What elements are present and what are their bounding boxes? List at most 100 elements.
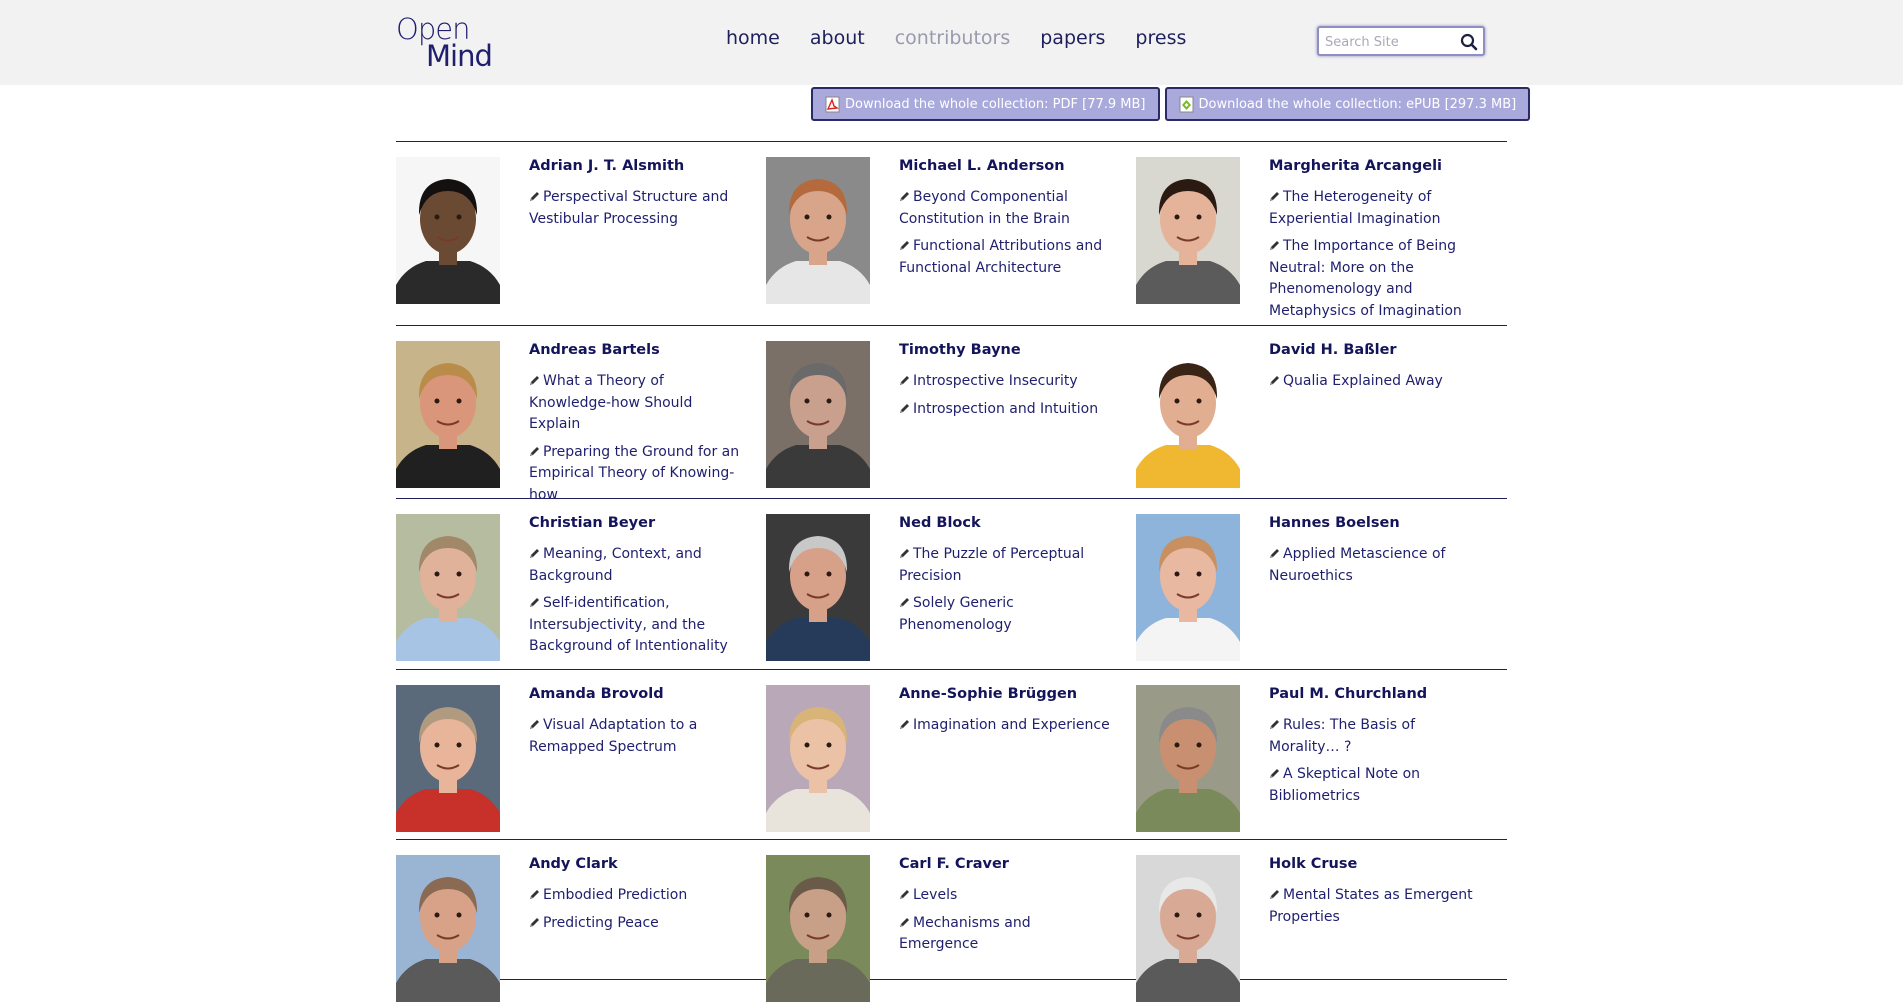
contributor-name[interactable]: Michael L. Anderson: [899, 157, 1114, 175]
contributor-card: Carl F. Craver Levels Mechanisms and Emerg…: [766, 855, 1136, 1002]
paper-link[interactable]: A Skeptical Note on Bibliometrics: [1269, 764, 1484, 807]
paper-title: Rules: The Basis of Morality… ?: [1269, 717, 1416, 755]
paper-title: Embodied Prediction: [543, 887, 688, 903]
paper-title: Predicting Peace: [543, 914, 659, 931]
pencil-icon: [529, 372, 540, 385]
contributor-photo[interactable]: [1136, 855, 1240, 1002]
nav-home[interactable]: home: [726, 27, 780, 49]
contributor-photo[interactable]: [396, 157, 500, 304]
paper-link[interactable]: Functional Attributions and Functional A…: [899, 236, 1114, 279]
paper-link[interactable]: What a Theory of Knowledge-how Should Ex…: [529, 371, 744, 436]
nav-contributors[interactable]: contributors: [895, 27, 1011, 49]
contributor-photo[interactable]: [396, 855, 500, 1002]
contributor-info: Andreas Bartels What a Theory of Knowledg…: [529, 341, 744, 503]
contributor-photo[interactable]: [396, 341, 500, 488]
paper-link[interactable]: Perspectival Structure and Vestibular Pr…: [529, 187, 744, 230]
download-epub-button[interactable]: Download the whole collection: ePUB [297…: [1164, 87, 1531, 121]
paper-title: Introspective Insecurity: [913, 373, 1078, 389]
pencil-icon: [899, 545, 910, 558]
contributor-info: Holk Cruse Mental States as Emergent Prop…: [1269, 855, 1484, 979]
contributor-name[interactable]: Adrian J. T. Alsmith: [529, 157, 744, 175]
contributor-name[interactable]: Hannes Boelsen: [1269, 514, 1484, 532]
paper-link[interactable]: The Importance of Being Neutral: More on…: [1269, 236, 1484, 322]
contributor-photo[interactable]: [1136, 157, 1240, 304]
contributor-name[interactable]: Timothy Bayne: [899, 341, 1114, 359]
pencil-icon: [899, 400, 910, 413]
paper-link[interactable]: Meaning, Context, and Background: [529, 544, 744, 587]
contributor-name[interactable]: Andreas Bartels: [529, 341, 744, 359]
contributor-photo[interactable]: [766, 157, 870, 304]
contributor-photo[interactable]: [766, 341, 870, 488]
pdf-file-icon: [825, 96, 840, 113]
paper-link[interactable]: Mechanisms and Emergence: [899, 913, 1114, 956]
contributor-photo[interactable]: [766, 514, 870, 661]
contributor-name[interactable]: Carl F. Craver: [899, 855, 1114, 873]
search-icon[interactable]: [1459, 32, 1479, 52]
contributor-info: Andy Clark Embodied Prediction Predicting …: [529, 855, 744, 979]
paper-link[interactable]: Applied Metascience of Neuroethics: [1269, 544, 1484, 587]
search-input[interactable]: [1325, 32, 1453, 52]
download-pdf-button[interactable]: Download the whole collection: PDF [77.9…: [811, 87, 1160, 121]
paper-link[interactable]: Self-identification, Intersubjectivity, …: [529, 593, 744, 658]
pencil-icon: [1269, 716, 1280, 729]
pencil-icon: [529, 886, 540, 899]
paper-link[interactable]: The Heterogeneity of Experiential Imagin…: [1269, 187, 1484, 230]
nav-about[interactable]: about: [810, 27, 865, 49]
paper-link[interactable]: Qualia Explained Away: [1269, 371, 1484, 393]
paper-link[interactable]: Introspective Insecurity: [899, 371, 1114, 393]
paper-title: Introspection and Intuition: [913, 400, 1099, 417]
contributor-card: Amanda Brovold Visual Adaptation to a Rem…: [396, 685, 766, 839]
contributor-info: Adrian J. T. Alsmith Perspectival Structu…: [529, 157, 744, 325]
nav-press[interactable]: press: [1135, 27, 1186, 49]
paper-link[interactable]: Imagination and Experience: [899, 715, 1114, 737]
contributor-row: Adrian J. T. Alsmith Perspectival Structu…: [396, 142, 1507, 326]
paper-link[interactable]: Preparing the Ground for an Empirical Th…: [529, 442, 744, 507]
paper-title: Preparing the Ground for an Empirical Th…: [529, 443, 740, 503]
contributor-name[interactable]: Margherita Arcangeli: [1269, 157, 1484, 175]
contributor-name[interactable]: Anne-Sophie Brüggen: [899, 685, 1114, 703]
pencil-icon: [529, 443, 540, 456]
contributor-row: Christian Beyer Meaning, Context, and Bac…: [396, 499, 1507, 670]
contributor-info: Paul M. Churchland Rules: The Basis of Mo…: [1269, 685, 1484, 839]
paper-link[interactable]: Levels: [899, 885, 1114, 907]
paper-link[interactable]: Embodied Prediction: [529, 885, 744, 907]
contributor-photo[interactable]: [396, 514, 500, 661]
paper-link[interactable]: Mental States as Emergent Properties: [1269, 885, 1484, 928]
nav-papers[interactable]: papers: [1040, 27, 1105, 49]
contributor-photo[interactable]: [1136, 341, 1240, 488]
paper-link[interactable]: Solely Generic Phenomenology: [899, 593, 1114, 636]
contributor-photo[interactable]: [766, 685, 870, 832]
contributor-photo[interactable]: [1136, 685, 1240, 832]
pencil-icon: [529, 716, 540, 729]
paper-title: A Skeptical Note on Bibliometrics: [1269, 766, 1421, 804]
contributor-photo[interactable]: [1136, 514, 1240, 661]
pencil-icon: [1269, 237, 1280, 250]
contributor-info: Amanda Brovold Visual Adaptation to a Rem…: [529, 685, 744, 839]
contributor-name[interactable]: Christian Beyer: [529, 514, 744, 532]
contributor-name[interactable]: Paul M. Churchland: [1269, 685, 1484, 703]
contributor-name[interactable]: Ned Block: [899, 514, 1114, 532]
logo-line-2: Mind: [426, 39, 493, 73]
paper-link[interactable]: Beyond Componential Constitution in the …: [899, 187, 1114, 230]
pencil-icon: [899, 237, 910, 250]
contributor-name[interactable]: David H. Baßler: [1269, 341, 1484, 359]
contributor-name[interactable]: Andy Clark: [529, 855, 744, 873]
paper-link[interactable]: The Puzzle of Perceptual Precision: [899, 544, 1114, 587]
download-bar: Download the whole collection: PDF [77.9…: [811, 87, 1531, 121]
open-mind-logo[interactable]: Open Mind: [396, 14, 493, 71]
paper-link[interactable]: Introspection and Intuition: [899, 399, 1114, 421]
contributor-card: Hannes Boelsen Applied Metascience of Neu…: [1136, 514, 1506, 669]
paper-link[interactable]: Rules: The Basis of Morality… ?: [1269, 715, 1484, 758]
contributor-row: Andy Clark Embodied Prediction Predicting …: [396, 840, 1507, 1002]
download-pdf-label: Download the whole collection: PDF [77.9…: [845, 96, 1146, 112]
contributor-photo[interactable]: [396, 685, 500, 832]
contributor-name[interactable]: Holk Cruse: [1269, 855, 1484, 873]
pencil-icon: [1269, 545, 1280, 558]
paper-title: The Puzzle of Perceptual Precision: [899, 546, 1085, 584]
paper-link[interactable]: Visual Adaptation to a Remapped Spectrum: [529, 715, 744, 758]
contributor-name[interactable]: Amanda Brovold: [529, 685, 744, 703]
pencil-icon: [1269, 372, 1280, 385]
contributor-info: Margherita Arcangeli The Heterogeneity of…: [1269, 157, 1484, 325]
contributor-photo[interactable]: [766, 855, 870, 1002]
paper-link[interactable]: Predicting Peace: [529, 913, 744, 935]
